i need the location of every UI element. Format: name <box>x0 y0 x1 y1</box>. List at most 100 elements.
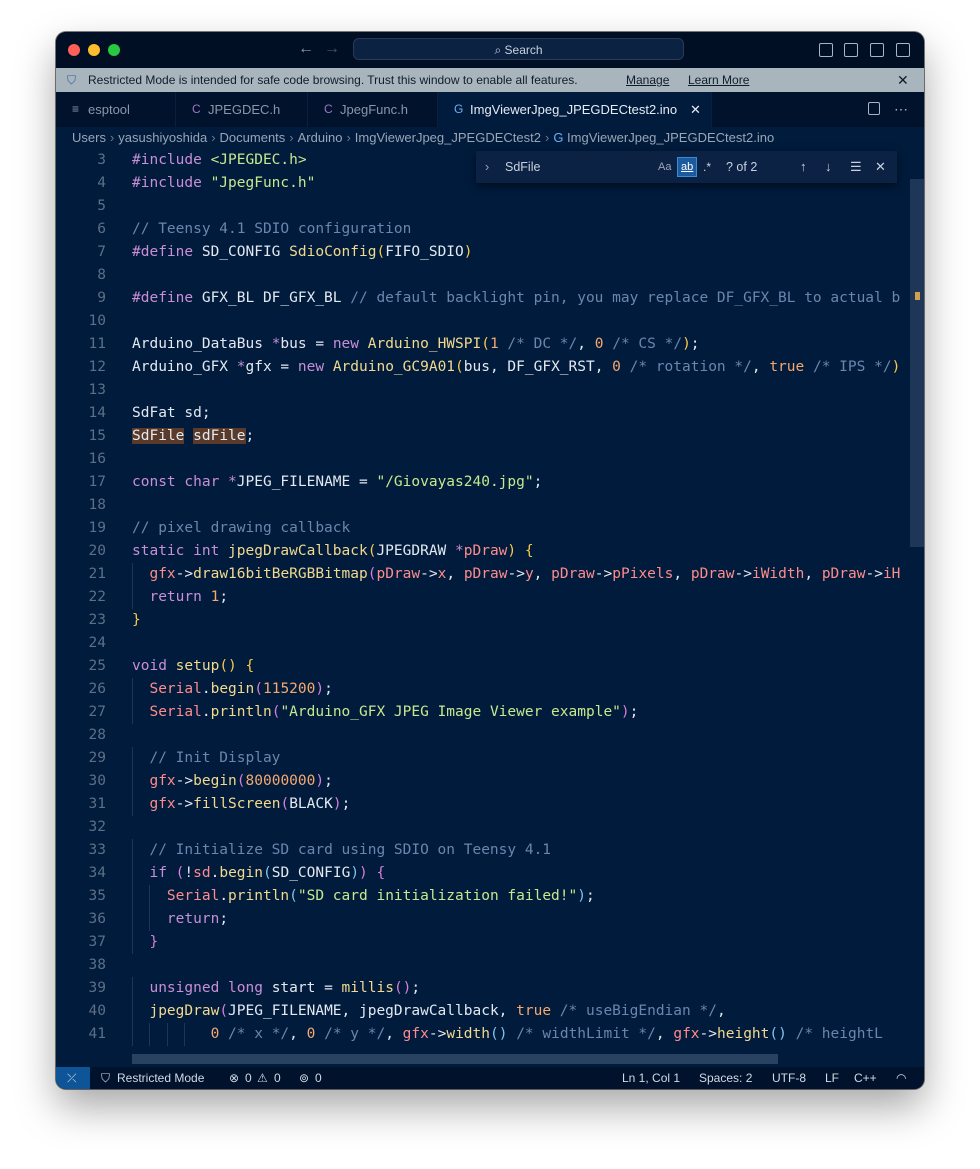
remote-icon: ⤫ <box>67 1071 77 1085</box>
code-line[interactable]: 33 // Initialize SD card using SDIO on T… <box>56 839 924 862</box>
line-number: 28 <box>88 727 106 743</box>
line-number: 19 <box>88 520 106 536</box>
code-line[interactable]: 28 <box>56 724 924 747</box>
restricted-mode-status[interactable]: Restricted Mode <box>117 1067 204 1089</box>
code-line[interactable]: 35 Serial.println("SD card initializatio… <box>56 885 924 908</box>
code-line[interactable]: 22 return 1; <box>56 586 924 609</box>
breadcrumb-item[interactable]: ImgViewerJpeg_JPEGDECtest2 <box>355 130 541 145</box>
code-text: // Teensy 4.1 SDIO configuration <box>132 221 412 237</box>
tab-jpegdec-h[interactable]: C JPEGDEC.h <box>176 92 308 127</box>
code-line[interactable]: 24 <box>56 632 924 655</box>
code-line[interactable]: 16 <box>56 448 924 471</box>
code-line[interactable]: 32 <box>56 816 924 839</box>
line-number: 17 <box>88 474 106 490</box>
arrow-right-icon[interactable]: → <box>324 40 340 58</box>
code-line[interactable]: 11 Arduino_DataBus *bus = new Arduino_HWS… <box>56 333 924 356</box>
code-line[interactable]: 36 return; <box>56 908 924 931</box>
code-line[interactable]: 41 0 /* x */, 0 /* y */, gfx->width() /*… <box>56 1023 924 1046</box>
toggle-panel-icon[interactable] <box>844 43 858 57</box>
encoding[interactable]: UTF-8 <box>772 1067 806 1089</box>
code-line[interactable]: 20 static int jpegDrawCallback(JPEGDRAW *… <box>56 540 924 563</box>
code-text: Arduino_GFX *gfx = new Arduino_GC9A01(bu… <box>132 359 901 375</box>
bell-icon[interactable]: ◠ <box>896 1067 906 1089</box>
regex-toggle[interactable]: .* <box>703 151 711 183</box>
code-line[interactable]: 18 <box>56 494 924 517</box>
zoom-window-button[interactable] <box>108 44 120 56</box>
chevron-right-icon[interactable]: › <box>485 151 489 183</box>
indentation[interactable]: Spaces: 2 <box>699 1067 752 1089</box>
code-line[interactable]: 39 unsigned long start = millis(); <box>56 977 924 1000</box>
line-number: 35 <box>88 888 106 904</box>
breadcrumb-item[interactable]: yasushiyoshida <box>118 130 207 145</box>
code-line[interactable]: 15 SdFile sdFile; <box>56 425 924 448</box>
code-line[interactable]: 13 <box>56 379 924 402</box>
code-line[interactable]: 23} <box>56 609 924 632</box>
split-editor-icon[interactable] <box>868 102 880 115</box>
manage-link[interactable]: Manage <box>626 68 669 92</box>
code-line[interactable]: 38 <box>56 954 924 977</box>
search-label: Search <box>504 43 543 57</box>
close-window-button[interactable] <box>68 44 80 56</box>
chevron-right-icon: › <box>346 130 351 145</box>
close-icon[interactable]: ✕ <box>897 68 909 92</box>
code-line[interactable]: 30 gfx->begin(80000000); <box>56 770 924 793</box>
code-line[interactable]: 17 const char *JPEG_FILENAME = "/Giovayas… <box>56 471 924 494</box>
arrow-left-icon[interactable]: ← <box>298 40 314 58</box>
tab-esptool[interactable]: ≡ esptool <box>56 92 176 127</box>
code-line[interactable]: 31 gfx->fillScreen(BLACK); <box>56 793 924 816</box>
breadcrumb-item[interactable]: Documents <box>220 130 286 145</box>
toggle-secondary-sidebar-icon[interactable] <box>870 43 884 57</box>
find-in-selection-icon[interactable]: ☰ <box>850 151 862 183</box>
vertical-scrollbar[interactable] <box>910 179 924 547</box>
line-number: 40 <box>88 1003 106 1019</box>
tab-imgviewer-ino[interactable]: G ImgViewerJpeg_JPEGDECtest2.ino ✕ <box>438 92 712 127</box>
line-number: 24 <box>88 635 106 651</box>
line-number: 38 <box>88 957 106 973</box>
horizontal-scrollbar[interactable] <box>132 1054 778 1064</box>
code-line[interactable]: 27 Serial.println("Arduino_GFX JPEG Imag… <box>56 701 924 724</box>
code-line[interactable]: 5 <box>56 195 924 218</box>
whole-word-toggle[interactable]: ab <box>677 157 698 177</box>
code-editor[interactable]: 3 #include <JPEGDEC.h> 4 #include "JpegFunc… <box>56 149 924 1067</box>
command-center-search[interactable]: ⌕ Search <box>353 38 684 60</box>
code-line[interactable]: 14 SdFat sd; <box>56 402 924 425</box>
code-line[interactable]: 37 } <box>56 931 924 954</box>
error-count[interactable]: 0 <box>245 1067 252 1089</box>
code-line[interactable]: 19 // pixel drawing callback <box>56 517 924 540</box>
close-icon[interactable]: ✕ <box>875 151 886 183</box>
code-line[interactable]: 34 if (!sd.begin(SD_CONFIG)) { <box>56 862 924 885</box>
code-line[interactable]: 7 #define SD_CONFIG SdioConfig(FIFO_SDIO) <box>56 241 924 264</box>
code-line[interactable]: 6 // Teensy 4.1 SDIO configuration <box>56 218 924 241</box>
breadcrumb-item[interactable]: ImgViewerJpeg_JPEGDECtest2.ino <box>567 130 774 145</box>
arrow-up-icon[interactable]: ↑ <box>800 151 807 183</box>
code-line[interactable]: 12 Arduino_GFX *gfx = new Arduino_GC9A01(… <box>56 356 924 379</box>
cursor-position[interactable]: Ln 1, Col 1 <box>622 1067 680 1089</box>
learn-more-link[interactable]: Learn More <box>688 68 749 92</box>
remote-indicator[interactable]: ⤫ <box>56 1067 90 1089</box>
code-line[interactable]: 21 gfx->draw16bitBeRGBBitmap(pDraw->x, p… <box>56 563 924 586</box>
line-number: 31 <box>88 796 106 812</box>
close-icon[interactable]: ✕ <box>690 92 701 127</box>
line-number: 32 <box>88 819 106 835</box>
code-line[interactable]: 9 #define GFX_BL DF_GFX_BL // default bac… <box>56 287 924 310</box>
minimize-window-button[interactable] <box>88 44 100 56</box>
breadcrumb-item[interactable]: Arduino <box>298 130 343 145</box>
code-line[interactable]: 29 // Init Display <box>56 747 924 770</box>
code-line[interactable]: 8 <box>56 264 924 287</box>
ports-count[interactable]: 0 <box>315 1067 322 1089</box>
warning-count[interactable]: 0 <box>274 1067 281 1089</box>
code-line[interactable]: 25 void setup() { <box>56 655 924 678</box>
code-line[interactable]: 10 <box>56 310 924 333</box>
customize-layout-icon[interactable] <box>896 43 910 57</box>
code-line[interactable]: 40 jpegDraw(JPEG_FILENAME, jpegDrawCallb… <box>56 1000 924 1023</box>
code-line[interactable]: 26 Serial.begin(115200); <box>56 678 924 701</box>
arrow-down-icon[interactable]: ↓ <box>825 151 832 183</box>
match-case-toggle[interactable]: Aa <box>658 151 671 183</box>
find-input[interactable]: SdFile <box>505 151 540 183</box>
tab-jpegfunc-h[interactable]: C JpegFunc.h <box>308 92 438 127</box>
toggle-primary-sidebar-icon[interactable] <box>819 43 833 57</box>
language-mode[interactable]: C++ <box>854 1067 877 1089</box>
more-actions-icon[interactable]: ⋯ <box>894 92 908 127</box>
line-ending[interactable]: LF <box>825 1067 839 1089</box>
breadcrumb-item[interactable]: Users <box>72 130 106 145</box>
